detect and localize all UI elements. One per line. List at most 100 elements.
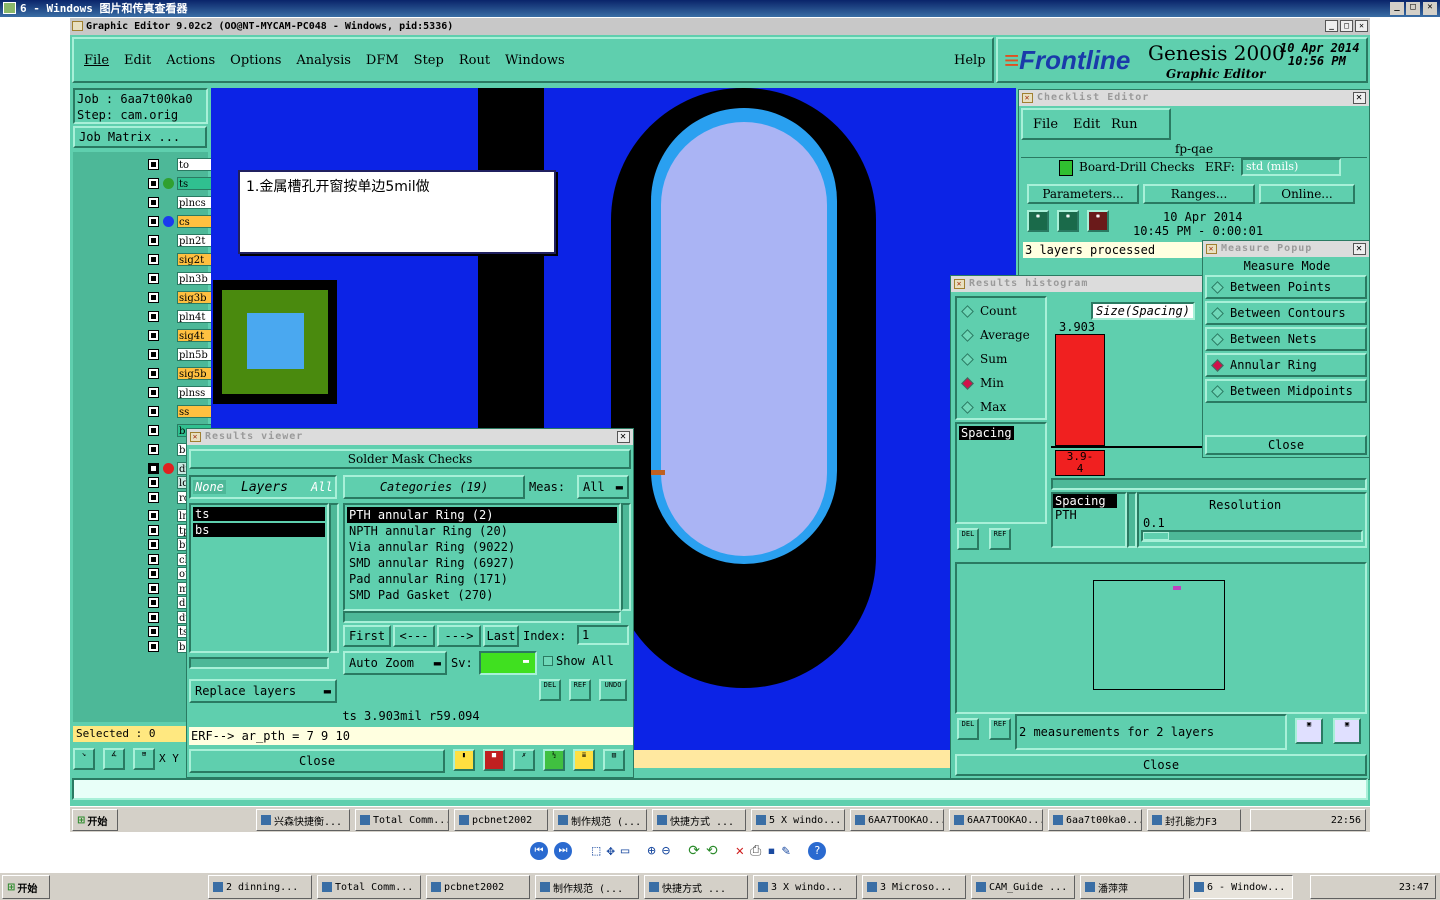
layer-toggle[interactable] — [148, 273, 159, 284]
job-matrix-button[interactable]: Job Matrix ... — [73, 126, 207, 148]
inner-taskbar-item[interactable]: 封孔能力F3 — [1147, 809, 1241, 831]
next-button[interactable]: ---> — [437, 625, 481, 647]
delete-icon[interactable]: ✕ — [736, 843, 744, 859]
layer-toggle[interactable] — [148, 553, 159, 565]
category-item[interactable]: Pad annular Ring (171) — [347, 571, 617, 587]
inner-taskbar-item[interactable]: 5 X windo... — [751, 809, 845, 831]
results-layer-item[interactable]: bs — [193, 523, 325, 537]
outer-taskbar-item[interactable]: 3 X windo... — [753, 875, 857, 899]
layer-toggle[interactable] — [148, 462, 159, 474]
run-all-icon[interactable]: ✱ — [1057, 210, 1079, 232]
index-input[interactable]: 1 — [577, 625, 629, 645]
measure-close-button[interactable]: Close — [1205, 435, 1367, 455]
slideshow-icon[interactable]: ▭ — [621, 843, 629, 859]
categories-vscroll[interactable] — [621, 503, 631, 611]
menu-analysis[interactable]: Analysis — [296, 53, 351, 68]
category-item[interactable]: SMD annular Ring (6927) — [347, 555, 617, 571]
none-tab[interactable]: None — [193, 480, 226, 494]
menu-file[interactable]: File — [84, 53, 109, 68]
category-item[interactable]: Via annular Ring (9022) — [347, 539, 617, 555]
layer-toggle[interactable] — [148, 254, 159, 265]
layer-toggle[interactable] — [148, 582, 159, 594]
measure-option[interactable]: Between Contours — [1205, 301, 1367, 325]
layer-toggle[interactable] — [148, 330, 159, 341]
layer-toggle[interactable] — [148, 539, 159, 550]
sv-color-select[interactable]: ▬ — [479, 651, 537, 675]
edit-icon[interactable]: ✎ — [782, 843, 790, 859]
spacing-vscroll[interactable] — [1127, 492, 1137, 548]
save-icon[interactable]: ▪ — [767, 843, 775, 859]
layers-hscroll[interactable] — [189, 657, 329, 669]
layer-toggle[interactable] — [148, 197, 159, 208]
stat-count[interactable]: Count — [961, 304, 1017, 318]
zoom-fit-icon[interactable]: ▣ — [1295, 718, 1323, 744]
filter-icon[interactable]: ✗ — [513, 749, 535, 771]
del-icon[interactable]: DEL — [539, 679, 561, 701]
layer-toggle[interactable] — [148, 368, 159, 379]
parameters-button[interactable]: Parameters... — [1027, 184, 1139, 204]
minimize-button[interactable]: _ — [1390, 2, 1404, 15]
outer-start-button[interactable]: ⊞ 开始 — [2, 875, 50, 899]
outer-taskbar-item[interactable]: Total Comm... — [317, 875, 421, 899]
checklist-menu-run[interactable]: Run — [1111, 117, 1138, 132]
chart-icon[interactable]: ▥ — [603, 749, 625, 771]
categories-hscroll[interactable] — [343, 611, 621, 623]
ref-icon[interactable]: REF — [569, 679, 591, 701]
best-fit-icon[interactable]: ⬚ — [592, 843, 600, 859]
layer-toggle[interactable] — [148, 387, 159, 398]
menu-rout[interactable]: Rout — [459, 53, 490, 68]
print-icon[interactable]: ⎙ — [750, 843, 761, 859]
layer-toggle[interactable] — [148, 292, 159, 303]
inner-taskbar-item[interactable]: 6AA7TOOKAO... — [949, 809, 1043, 831]
ranges-button[interactable]: Ranges... — [1143, 184, 1255, 204]
layer-toggle[interactable] — [148, 491, 159, 503]
first-button[interactable]: First — [343, 625, 391, 647]
prev-button[interactable]: <--- — [393, 625, 435, 647]
number-icon[interactable]: ½ — [543, 749, 565, 771]
layer-toggle[interactable] — [148, 477, 159, 488]
checklist-menu-edit[interactable]: Edit — [1073, 117, 1100, 132]
stat-max[interactable]: Max — [961, 400, 1006, 414]
measure-option[interactable]: Between Nets — [1205, 327, 1367, 351]
layer-toggle[interactable] — [148, 406, 159, 417]
run-icon[interactable]: ✱ — [1027, 210, 1049, 232]
last-button[interactable]: Last — [483, 625, 519, 647]
actual-size-icon[interactable]: ✥ — [606, 843, 614, 859]
auto-zoom-select[interactable]: Auto Zoom ▬ — [343, 651, 447, 675]
replace-layers-select[interactable]: Replace layers ▬ — [189, 679, 337, 703]
stop-icon[interactable]: ■ — [483, 749, 505, 771]
arrow-tool-icon[interactable]: ↘ — [73, 748, 95, 770]
histogram-close-button[interactable]: Close — [955, 754, 1367, 776]
histogram-del-icon[interactable]: DEL — [957, 528, 979, 550]
close-icon[interactable]: ✕ — [617, 431, 630, 443]
outer-taskbar-item[interactable]: 潘萍萍 — [1080, 875, 1184, 899]
category-item[interactable]: SMD Pad Gasket (270) — [347, 587, 617, 603]
layer-toggle[interactable] — [148, 178, 159, 189]
outer-taskbar-item[interactable]: 制作规范 (... — [535, 875, 639, 899]
close-icon[interactable]: ✕ — [1353, 92, 1366, 104]
stat-sum[interactable]: Sum — [961, 352, 1007, 366]
layer-toggle[interactable] — [148, 568, 159, 579]
layer-toggle[interactable] — [148, 626, 159, 637]
layer-toggle[interactable] — [148, 640, 159, 652]
all-layers-tab[interactable]: All — [311, 480, 333, 494]
inner-taskbar-item[interactable]: 兴森快捷衡... — [256, 809, 350, 831]
inner-taskbar-item[interactable]: 快捷方式 ... — [652, 809, 746, 831]
menu-edit[interactable]: Edit — [124, 53, 151, 68]
zoom-out-icon[interactable]: ⊖ — [662, 843, 670, 859]
category-item[interactable]: NPTH annular Ring (20) — [347, 523, 617, 539]
layers-tab[interactable]: Layers — [241, 480, 288, 495]
layer-toggle[interactable] — [148, 425, 159, 436]
preview-ref-icon[interactable]: REF — [989, 718, 1011, 740]
layer-toggle[interactable] — [148, 597, 159, 608]
stop-run-icon[interactable]: ✱ — [1087, 210, 1109, 232]
results-layer-item[interactable]: ts — [193, 507, 325, 521]
outer-taskbar-item[interactable]: pcbnet2002 — [426, 875, 530, 899]
layer-toggle[interactable] — [148, 311, 159, 322]
next-image-icon[interactable]: ⏭ — [554, 842, 572, 860]
resolution-slider[interactable] — [1141, 530, 1363, 542]
measure-option[interactable]: Annular Ring — [1205, 353, 1367, 377]
layer-toggle[interactable] — [148, 444, 159, 455]
menu-help[interactable]: Help — [954, 53, 986, 68]
outer-taskbar-item[interactable]: 2 dinning... — [208, 875, 312, 899]
